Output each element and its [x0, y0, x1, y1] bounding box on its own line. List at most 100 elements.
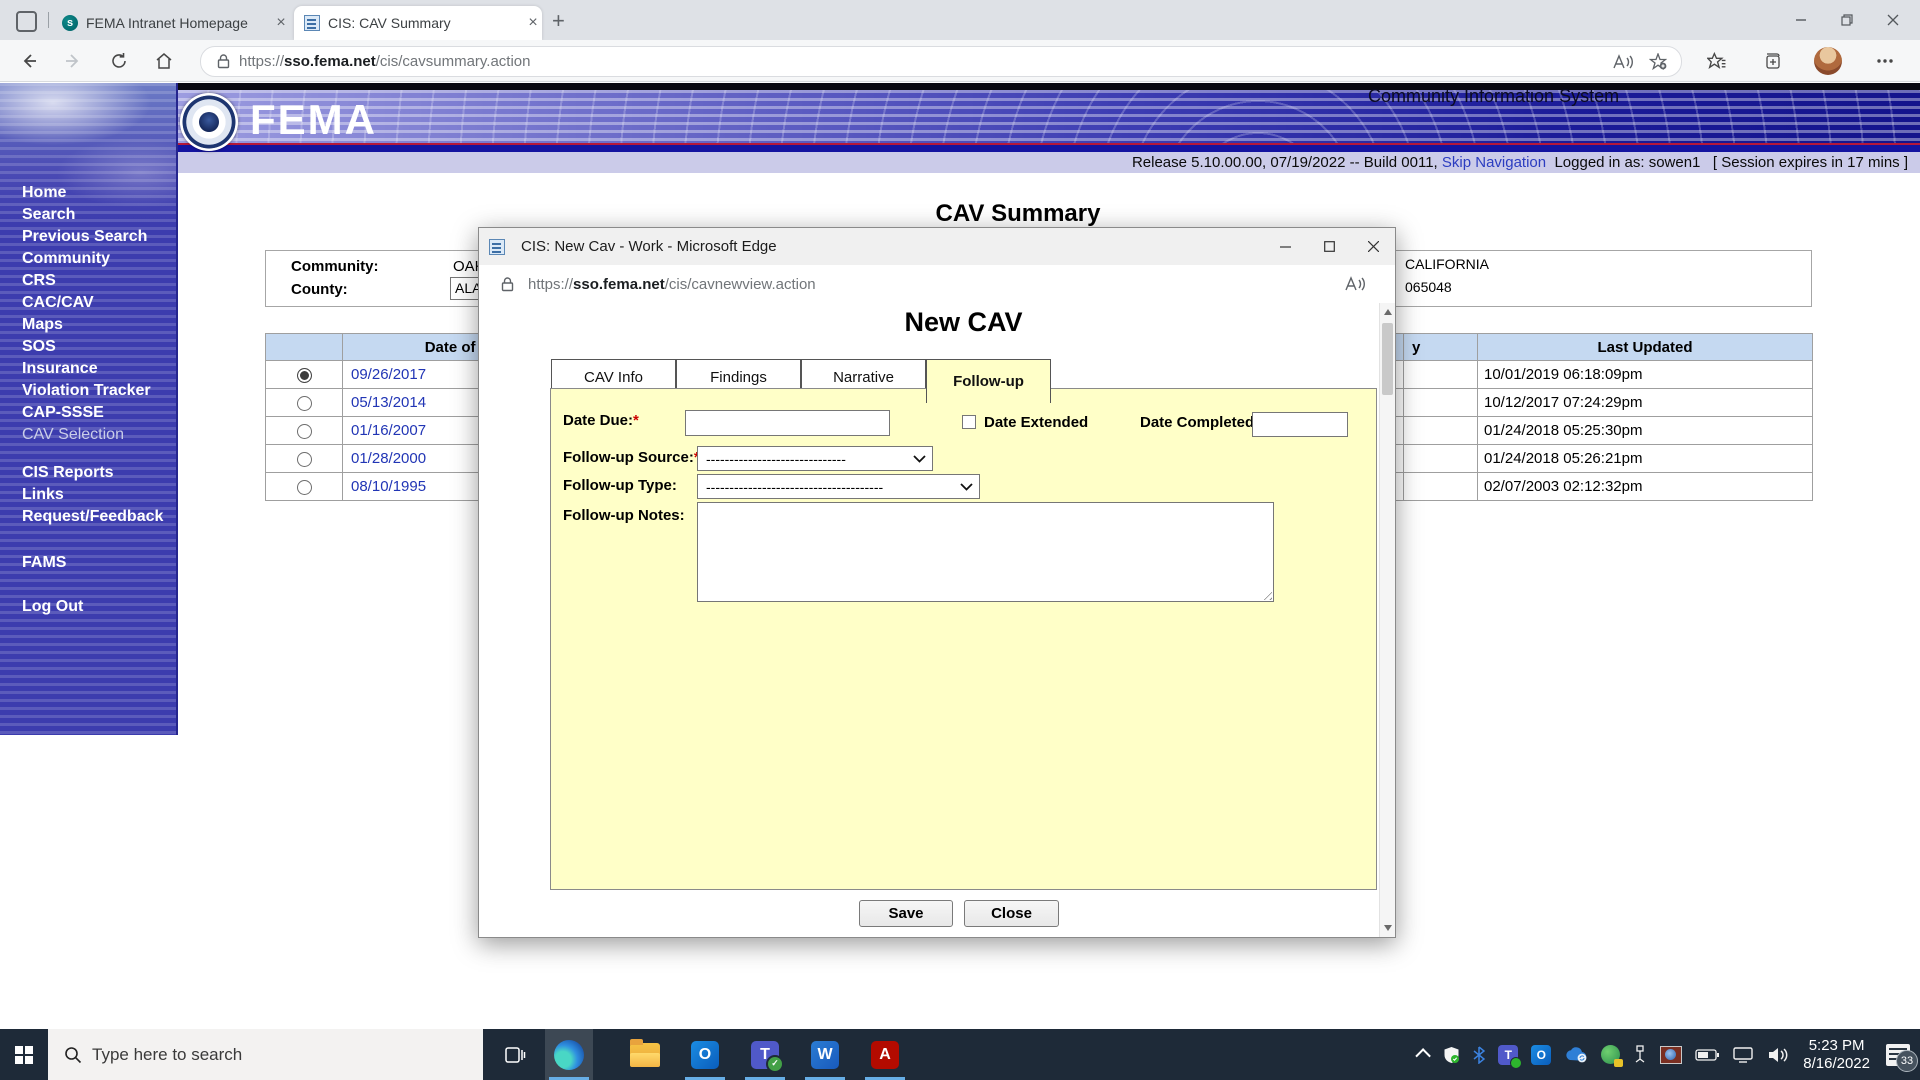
tab-close-icon[interactable]: ×	[272, 15, 290, 31]
profile-avatar[interactable]	[1814, 47, 1842, 75]
sharepoint-icon: s	[62, 15, 78, 31]
row-radio[interactable]	[296, 395, 312, 411]
window-close-button[interactable]	[1870, 0, 1916, 40]
tab-close-icon[interactable]: ×	[524, 15, 542, 31]
row-radio[interactable]	[296, 423, 312, 439]
favorite-add-icon[interactable]	[1649, 53, 1667, 70]
read-aloud-icon[interactable]	[1613, 53, 1635, 70]
sidebar-item-crs[interactable]: CRS	[22, 270, 172, 292]
sidebar-item-cap-ssse[interactable]: CAP-SSSE	[22, 402, 172, 424]
sidebar-item-home[interactable]: Home	[22, 182, 172, 204]
settings-menu-icon[interactable]	[1872, 48, 1898, 74]
teams-tray-icon[interactable]: T	[1498, 1044, 1523, 1069]
sidebar-item-search[interactable]: Search	[22, 204, 172, 226]
cav-date-link[interactable]: 01/28/2000	[351, 450, 426, 467]
close-button[interactable]: Close	[964, 900, 1059, 927]
follow-up-type-select[interactable]: --------------------------------------	[697, 474, 980, 499]
scrollbar-thumb[interactable]	[1382, 323, 1393, 395]
collections-icon[interactable]	[1759, 48, 1785, 74]
new-tab-button[interactable]: +	[552, 8, 565, 34]
sidebar-item-cav-selection[interactable]: CAV Selection	[22, 424, 172, 446]
taskbar-file-explorer-button[interactable]	[621, 1029, 669, 1080]
row-radio-selected[interactable]	[296, 367, 312, 383]
tab-switcher-icon[interactable]	[16, 11, 37, 32]
favorites-icon[interactable]	[1703, 48, 1729, 74]
ethernet-icon[interactable]	[1732, 1046, 1754, 1064]
tab-cis-cav-summary[interactable]: CIS: CAV Summary ×	[294, 6, 542, 40]
read-aloud-icon[interactable]	[1345, 276, 1367, 292]
sidebar-item-cac-cav[interactable]: CAC/CAV	[22, 292, 172, 314]
usb-device-icon[interactable]	[1633, 1045, 1647, 1064]
taskbar-acrobat-button[interactable]: A	[861, 1029, 909, 1080]
start-button[interactable]	[0, 1029, 48, 1080]
taskbar-outlook-button[interactable]: O	[681, 1029, 729, 1080]
sidebar-item-request-feedback[interactable]: Request/Feedback	[22, 506, 172, 528]
follow-up-source-select[interactable]: ------------------------------	[697, 446, 933, 471]
popup-close-button[interactable]	[1351, 228, 1395, 265]
back-button[interactable]	[16, 48, 42, 74]
clock-time: 5:23 PM	[1808, 1036, 1865, 1054]
lock-icon[interactable]	[217, 54, 230, 69]
taskbar-word-button[interactable]: W	[801, 1029, 849, 1080]
task-view-button[interactable]	[491, 1029, 539, 1080]
cav-date-link[interactable]: 08/10/1995	[351, 478, 426, 495]
sidebar-item-community[interactable]: Community	[22, 248, 172, 270]
windows-security-icon[interactable]	[1443, 1046, 1460, 1064]
bluetooth-icon[interactable]	[1473, 1045, 1486, 1064]
tab-fema-intranet[interactable]: s FEMA Intranet Homepage ×	[52, 6, 290, 40]
lock-icon[interactable]	[501, 276, 514, 292]
sidebar-item-previous-search[interactable]: Previous Search	[22, 226, 172, 248]
scroll-up-arrow[interactable]	[1384, 309, 1392, 315]
sidebar-item-log-out[interactable]: Log Out	[22, 596, 172, 618]
sidebar-item-cis-reports[interactable]: CIS Reports	[22, 462, 172, 484]
sidebar-item-fams[interactable]: FAMS	[22, 552, 172, 574]
task-view-icon	[505, 1046, 526, 1063]
skip-navigation-link[interactable]: Skip Navigation	[1442, 154, 1546, 171]
taskbar-clock[interactable]: 5:23 PM 8/16/2022	[1803, 1037, 1870, 1073]
cav-date-link[interactable]: 01/16/2007	[351, 422, 426, 439]
taskbar-teams-button[interactable]: T ✓	[741, 1029, 789, 1080]
battery-icon[interactable]	[1695, 1048, 1720, 1062]
search-icon	[65, 1046, 82, 1063]
sidebar-item-violation-tracker[interactable]: Violation Tracker	[22, 380, 172, 402]
tray-expand-icon[interactable]	[1415, 1048, 1432, 1064]
date-completed-input[interactable]	[1252, 412, 1348, 437]
onedrive-icon[interactable]	[1564, 1046, 1588, 1063]
tab-follow-up[interactable]: Follow-up	[926, 359, 1051, 403]
follow-up-notes-textarea[interactable]	[697, 502, 1274, 602]
address-bar[interactable]: https://sso.fema.net/cis/cavsummary.acti…	[200, 46, 1682, 77]
popup-scrollbar[interactable]	[1379, 303, 1395, 937]
cav-date-link[interactable]: 05/13/2014	[351, 394, 426, 411]
removable-device-icon[interactable]	[1660, 1045, 1683, 1064]
sidebar-item-sos[interactable]: SOS	[22, 336, 172, 358]
date-due-input[interactable]	[685, 410, 890, 436]
state-value: CALIFORNIA	[1405, 256, 1490, 272]
home-button[interactable]	[151, 48, 177, 74]
popup-maximize-button[interactable]	[1307, 228, 1351, 265]
date-completed-label: Date Completed:	[1140, 414, 1260, 431]
resize-grip[interactable]	[1260, 588, 1272, 600]
community-id-value: 065048	[1405, 279, 1452, 295]
popup-minimize-button[interactable]	[1263, 228, 1307, 265]
popup-title-bar[interactable]: CIS: New Cav - Work - Microsoft Edge	[479, 228, 1395, 265]
forward-button[interactable]	[60, 48, 86, 74]
window-minimize-button[interactable]	[1778, 0, 1824, 40]
notification-center-icon[interactable]: 33	[1886, 1043, 1918, 1072]
cav-date-link[interactable]: 09/26/2017	[351, 366, 426, 383]
row-radio[interactable]	[296, 479, 312, 495]
sidebar-item-maps[interactable]: Maps	[22, 314, 172, 336]
volume-icon[interactable]	[1767, 1046, 1791, 1064]
outlook-tray-icon[interactable]: O	[1531, 1044, 1552, 1065]
save-button[interactable]: Save	[859, 900, 953, 927]
vpn-network-icon[interactable]	[1601, 1045, 1624, 1067]
row-radio[interactable]	[296, 451, 312, 467]
date-extended-checkbox[interactable]	[962, 415, 976, 429]
scroll-down-arrow[interactable]	[1384, 925, 1392, 931]
clock-date: 8/16/2022	[1803, 1054, 1870, 1072]
window-restore-button[interactable]	[1824, 0, 1870, 40]
refresh-button[interactable]	[106, 48, 132, 74]
sidebar-item-links[interactable]: Links	[22, 484, 172, 506]
sidebar-item-insurance[interactable]: Insurance	[22, 358, 172, 380]
taskbar-edge-button[interactable]	[545, 1029, 593, 1080]
taskbar-search[interactable]: Type here to search	[48, 1029, 483, 1080]
